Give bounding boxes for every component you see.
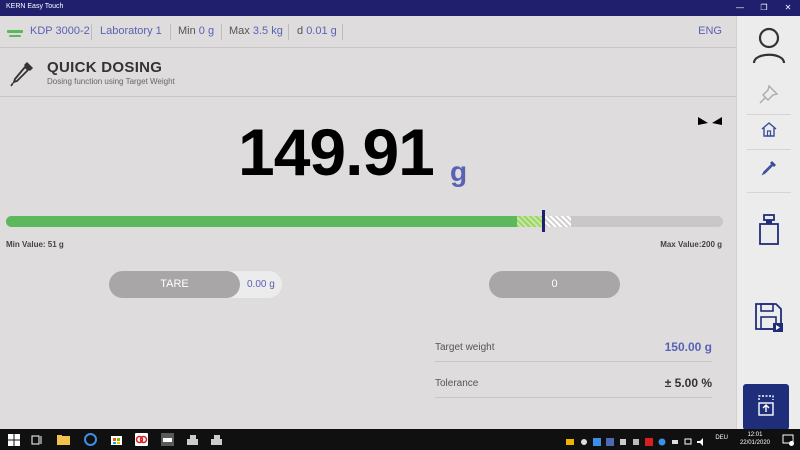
max-value: 3.5 kg	[252, 25, 283, 37]
page-title: QUICK DOSING	[47, 59, 163, 76]
system-clock[interactable]: 12:01 22/01/2020	[740, 431, 770, 447]
save-icon	[755, 302, 783, 338]
min-capacity: Min 0 g	[178, 25, 214, 37]
close-button[interactable]: ✕	[776, 0, 800, 16]
tare-group: TARE 0.00 g	[109, 271, 282, 298]
weight-reading: 149.91	[238, 115, 435, 189]
user-button[interactable]	[737, 26, 800, 68]
user-icon	[752, 26, 786, 69]
min-value-label: Min Value: 51 g	[6, 240, 64, 249]
tray-icon-8[interactable]	[658, 433, 666, 446]
d-label: d	[297, 25, 304, 37]
os-taskbar: DEU 12:01 22/01/2020 4	[0, 429, 800, 450]
balance-status-icon	[7, 26, 23, 44]
target-marker	[542, 210, 546, 232]
pin-icon	[759, 84, 779, 109]
d-value: 0.01 g	[306, 25, 337, 37]
device-name: KDP 3000-2	[30, 25, 90, 37]
target-weight-row[interactable]: Target weight 150.00 g	[435, 334, 712, 362]
readability: d 0.01 g	[297, 25, 337, 37]
windows-start-icon[interactable]	[8, 433, 21, 446]
tolerance-row[interactable]: Tolerance ± 5.00 %	[435, 370, 712, 398]
weight-button[interactable]	[737, 212, 800, 252]
tray-icon-9[interactable]	[671, 433, 679, 446]
language-selector[interactable]: ENG	[698, 25, 722, 37]
location-name: Laboratory 1	[100, 25, 162, 37]
page-header: QUICK DOSING Dosing function using Targe…	[0, 49, 736, 97]
file-explorer-icon[interactable]	[57, 433, 70, 446]
home-icon	[761, 122, 777, 142]
info-bar: KDP 3000-2 Laboratory 1 Min 0 g Max 3.5 …	[0, 16, 736, 48]
max-capacity: Max 3.5 kg	[229, 25, 283, 37]
progress-fill	[6, 216, 517, 227]
balance-app-icon[interactable]	[186, 433, 199, 446]
tray-icon-3[interactable]	[593, 433, 601, 446]
stability-indicator-icon	[698, 112, 722, 130]
app-icon-red[interactable]	[135, 433, 148, 446]
sidebar	[736, 16, 800, 430]
clock-date: 22/01/2020	[739, 440, 770, 446]
balance-app-icon-2[interactable]	[210, 433, 223, 446]
kern-app-icon[interactable]	[161, 433, 174, 446]
network-icon[interactable]	[684, 433, 692, 446]
tray-icon-6[interactable]	[632, 433, 640, 446]
dropper-icon	[10, 59, 36, 92]
min-label: Min	[178, 25, 196, 37]
max-label: Max	[229, 25, 250, 37]
clock-time: 12:01	[747, 432, 763, 438]
window-titlebar: KERN Easy Touch — ❐ ✕	[0, 0, 800, 16]
target-weight-label: Target weight	[435, 342, 495, 353]
page-subtitle: Dosing function using Target Weight	[47, 77, 175, 86]
tolerance-upper-zone	[543, 216, 571, 227]
volume-icon[interactable]	[697, 433, 705, 446]
tray-icon-5[interactable]	[619, 433, 627, 446]
input-language[interactable]: DEU	[715, 435, 728, 441]
home-button[interactable]	[737, 118, 800, 146]
edge-browser-icon[interactable]	[84, 433, 97, 446]
quick-dosing-button[interactable]	[737, 156, 800, 184]
tolerance-value: ± 5.00 %	[664, 376, 712, 390]
dosing-progress-bar	[6, 216, 723, 227]
restore-button[interactable]: ❐	[752, 0, 776, 16]
tare-value: 0.00 g	[247, 279, 275, 290]
save-button[interactable]	[737, 302, 800, 338]
dropper-icon	[761, 160, 777, 181]
minimize-button[interactable]: —	[728, 0, 752, 16]
zero-button[interactable]: 0	[489, 271, 620, 298]
main-panel: KDP 3000-2 Laboratory 1 Min 0 g Max 3.5 …	[0, 16, 736, 429]
tray-icon-4[interactable]	[606, 433, 614, 446]
weight-icon	[759, 213, 779, 251]
tray-icon-7[interactable]	[645, 433, 653, 446]
export-icon	[756, 394, 776, 421]
notification-count: 4	[790, 437, 793, 443]
tray-icon-1[interactable]	[566, 433, 574, 446]
tray-icon-2[interactable]	[580, 433, 588, 446]
tolerance-lower-zone	[516, 216, 544, 227]
window-title: KERN Easy Touch	[6, 3, 64, 10]
pin-button[interactable]	[737, 80, 800, 112]
task-view-icon[interactable]	[31, 433, 44, 446]
export-button[interactable]	[743, 384, 789, 430]
weight-unit: g	[450, 156, 468, 187]
tolerance-label: Tolerance	[435, 378, 479, 389]
max-value-label: Max Value:200 g	[660, 240, 722, 249]
target-weight-value: 150.00 g	[664, 340, 712, 354]
store-icon[interactable]	[110, 433, 123, 446]
min-value: 0 g	[198, 25, 215, 37]
tare-button[interactable]: TARE	[109, 271, 240, 298]
